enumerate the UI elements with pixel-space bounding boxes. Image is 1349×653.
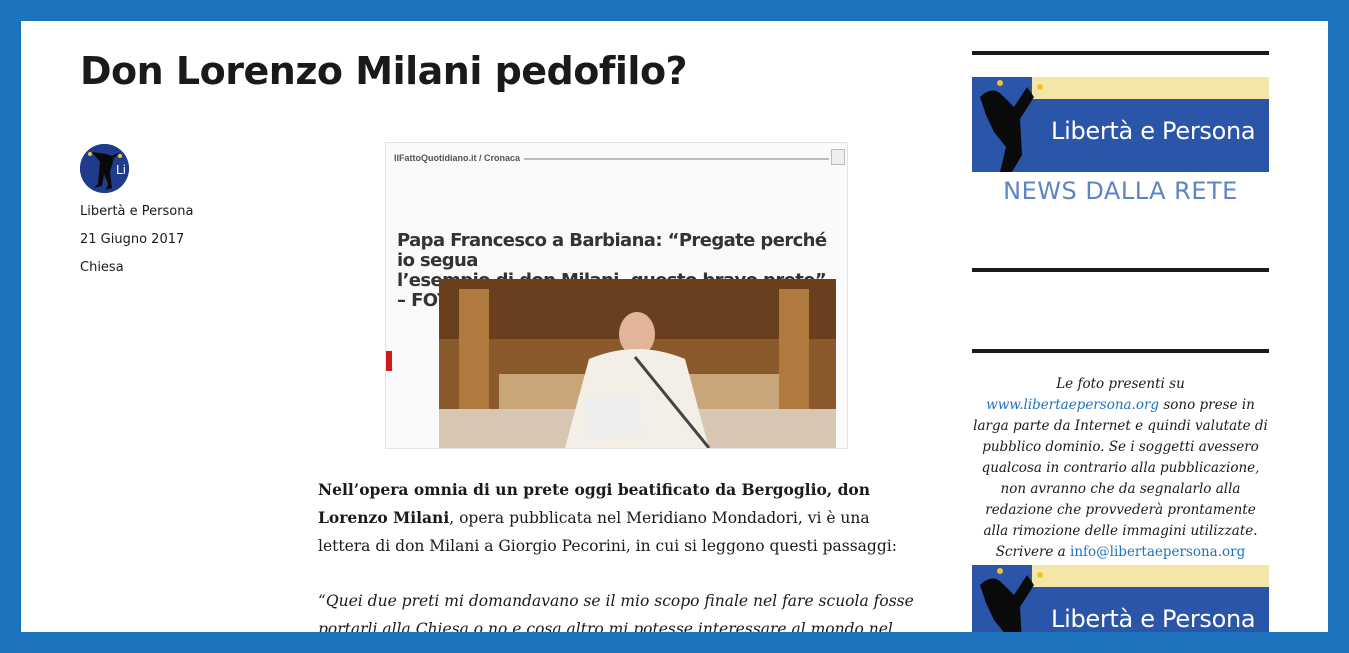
notice-body: sono prese in larga parte da Internet e … bbox=[973, 397, 1268, 539]
sidebar-banner-second[interactable]: Libertà e Persona bbox=[972, 565, 1269, 632]
sidebar-divider bbox=[972, 268, 1269, 272]
avatar-logo-icon: Li bbox=[80, 144, 129, 193]
page-content: Don Lorenzo Milani pedofilo? Li Libertà … bbox=[21, 21, 1328, 632]
notice-intro: Le foto presenti su bbox=[1056, 376, 1185, 392]
photo-notice: Le foto presenti su www.libertaepersona.… bbox=[972, 374, 1269, 563]
sidebar-banner[interactable]: Libertà e Persona bbox=[972, 77, 1269, 172]
post-date-link[interactable]: 21 Giugno 2017 bbox=[80, 232, 184, 247]
sidebar-divider bbox=[972, 51, 1269, 55]
sidebar-divider bbox=[972, 349, 1269, 353]
author-avatar[interactable]: Li bbox=[80, 144, 129, 193]
image-corner-icon bbox=[831, 149, 845, 165]
svg-text:Li: Li bbox=[116, 163, 126, 177]
article-paragraph: Nell’opera omnia di un prete oggi beatif… bbox=[318, 476, 918, 560]
site-link[interactable]: www.libertaepersona.org bbox=[986, 397, 1159, 413]
banner-title: Libertà e Persona bbox=[1051, 605, 1256, 632]
news-label[interactable]: NEWS DALLA RETE bbox=[972, 177, 1269, 205]
page-title: Don Lorenzo Milani pedofilo? bbox=[80, 49, 688, 93]
notice-write: Scrivere a bbox=[995, 544, 1066, 560]
image-source-label: IlFattoQuotidiano.it / Cronaca bbox=[394, 153, 520, 163]
image-headline-line: Papa Francesco a Barbiana: “Pregate perc… bbox=[397, 230, 827, 271]
image-photo-pope bbox=[439, 279, 836, 448]
banner-title: Libertà e Persona bbox=[1051, 117, 1256, 145]
article-quote: “Quei due preti mi domandavano se il mio… bbox=[318, 592, 914, 632]
image-divider bbox=[524, 158, 829, 160]
image-red-marker bbox=[386, 351, 392, 371]
email-link[interactable]: info@libertaepersona.org bbox=[1070, 544, 1245, 560]
category-link[interactable]: Chiesa bbox=[80, 260, 124, 275]
author-link[interactable]: Libertà e Persona bbox=[80, 204, 193, 219]
featured-image: IlFattoQuotidiano.it / Cronaca Papa Fran… bbox=[385, 142, 848, 449]
